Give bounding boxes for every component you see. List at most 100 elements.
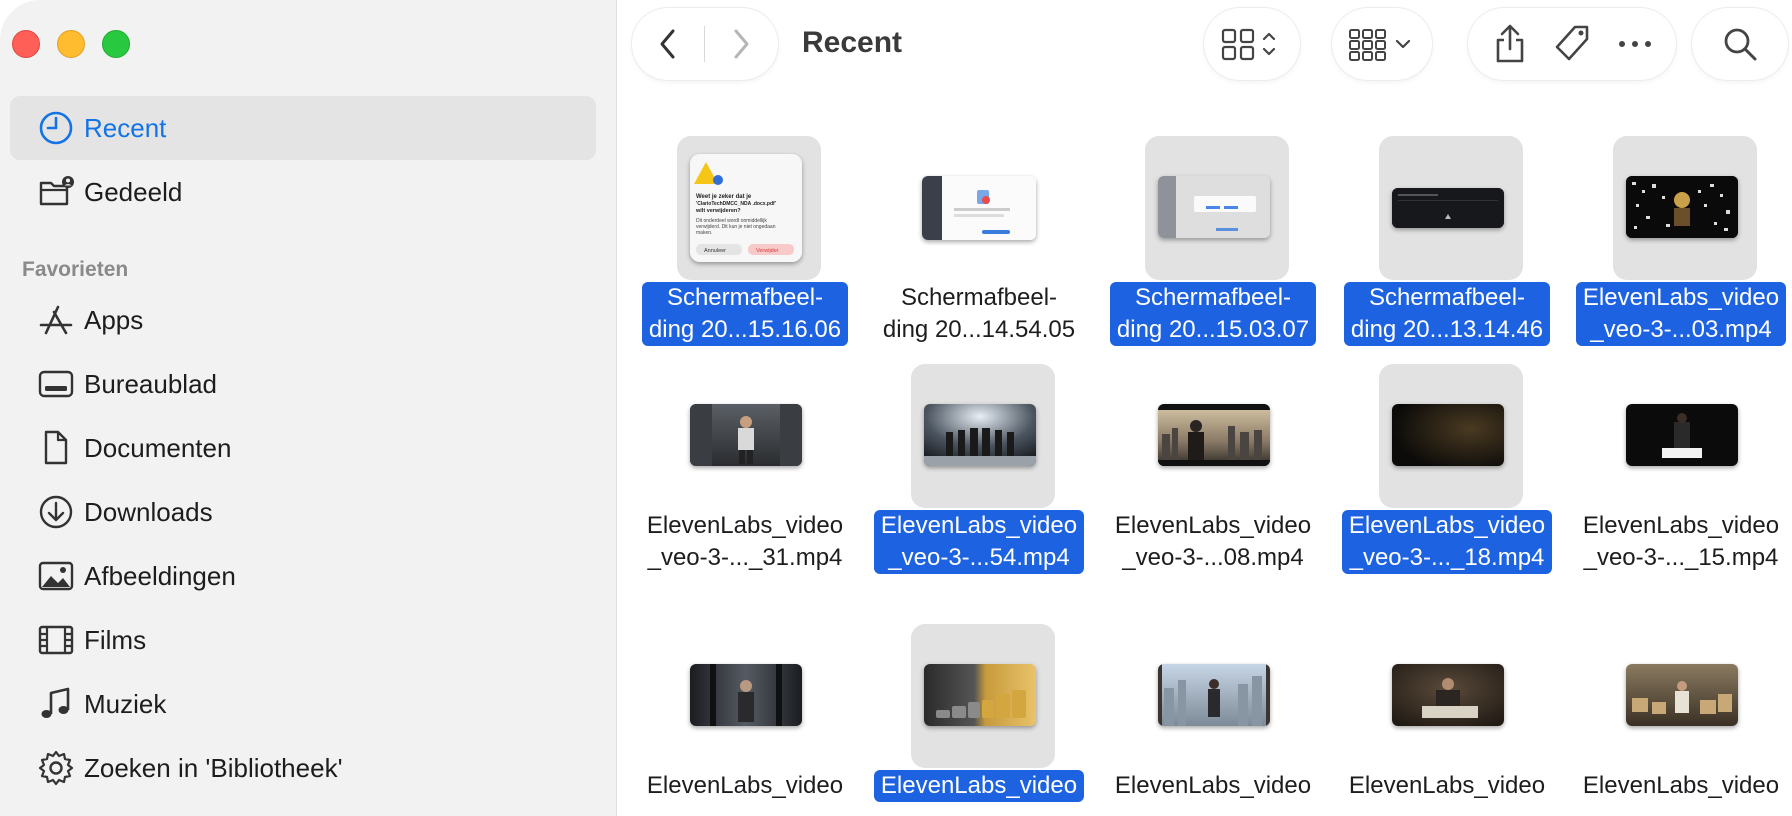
sidebar-item-movies[interactable]: Films [10,608,596,672]
favorites-heading: Favorieten [22,258,129,281]
group-by-button[interactable] [1332,8,1432,80]
file-name-line-2: ding 20...13.14.46 [1350,316,1544,343]
svg-text:wilt verwijderen?: wilt verwijderen? [695,208,741,214]
file-name: ElevenLabs_video _veo-3-..._15.mp4 [1570,510,1792,574]
file-name-line-2: _veo-3-...08.mp4 [1122,544,1304,571]
svg-text:'ClarioTechDMCC_NDA .docx.pdf': 'ClarioTechDMCC_NDA .docx.pdf' [696,201,776,207]
file-grid: Weet je zeker dat je 'ClarioTechDMCC_NDA… [630,134,1792,816]
minimize-window-button[interactable] [57,30,85,58]
sidebar-item-documents[interactable]: Documenten [10,416,596,480]
file-thumbnail [924,664,1036,726]
svg-text:Annuleer: Annuleer [704,248,726,254]
file-name: ElevenLabs_video _veo-3-...08.mp4 [1102,510,1324,574]
gear-icon [10,749,84,787]
file-thumbnail [1158,404,1270,466]
share-icon [1497,24,1524,63]
file-name-line-1: Schermafbeel- [900,284,1058,311]
close-window-button[interactable] [12,30,40,58]
file-name: ElevenLabs_video _veo-3-..._18.mp4 [1336,510,1558,574]
file-name: ElevenLabs_video [1102,770,1324,802]
file-name-line-1: Schermafbeel- [1368,284,1526,311]
sidebar-item-music[interactable]: Muziek [10,672,596,736]
file-name-line-1: ElevenLabs_video [1114,772,1312,799]
sidebar-item-label: Zoeken in 'Bibliotheek' [84,752,343,783]
file-thumbnail [922,176,1036,240]
file-name: ElevenLabs_video _veo-3-...03.mp4 [1570,282,1792,346]
file-name: ElevenLabs_video _veo-3-..._31.mp4 [634,510,856,574]
file-name-line-1: Schermafbeel- [1134,284,1292,311]
search-button[interactable] [1692,8,1788,80]
svg-text:Verwijder: Verwijder [756,248,779,254]
sidebar-item-label: Films [84,624,147,655]
window-title: Recent [802,26,903,59]
file-name-line-2: ding 20...14.54.05 [882,316,1076,343]
file-name-line-2: ding 20...15.16.06 [648,316,842,343]
chevron-left-icon [660,29,675,59]
group-by-icon [1349,29,1411,61]
apps-icon [10,301,84,339]
file-name: ElevenLabs_video [868,770,1090,802]
sidebar-item-label: Documenten [84,432,232,463]
shared-folder-icon [10,173,84,211]
file-thumbnail [1392,188,1504,228]
file-thumbnail [690,404,802,466]
sidebar-item-label: Gedeeld [84,176,183,207]
sidebar-item-pictures[interactable]: Afbeeldingen [10,544,596,608]
document-icon [10,429,84,467]
chevron-right-icon [734,29,749,59]
view-mode-button[interactable] [1204,8,1300,80]
file-name-line-1: ElevenLabs_video [880,512,1078,539]
file-thumbnail [1626,176,1738,238]
sidebar-item-label: Recent [84,112,167,143]
share-button[interactable] [1492,8,1528,80]
desktop-icon [10,365,84,403]
sidebar-item-label: Apps [84,304,144,335]
svg-text:maken.: maken. [696,230,712,236]
file-thumbnail: Weet je zeker dat je 'ClarioTechDMCC_NDA… [690,154,802,262]
file-name-line-1: Schermafbeel- [666,284,824,311]
sidebar-item-label: Bureaublad [84,368,217,399]
file-name-line-2: _veo-3-..._15.mp4 [1583,544,1779,571]
file-thumbnail [924,404,1036,466]
svg-text:Weet je zeker dat je: Weet je zeker dat je [696,194,752,200]
file-name: ElevenLabs_video _veo-3-...54.mp4 [868,510,1090,574]
file-thumbnail [1392,404,1504,466]
sidebar-item-label: Afbeeldingen [84,560,236,591]
download-icon [10,493,84,531]
sidebar-item-shared[interactable]: Gedeeld [10,160,596,224]
sidebar-item-apps[interactable]: Apps [10,288,596,352]
tag-button[interactable] [1553,8,1593,80]
sidebar-item-downloads[interactable]: Downloads [10,480,596,544]
window-controls [12,30,130,58]
file-thumbnail [1392,664,1504,726]
sidebar-item-search-library[interactable]: Zoeken in 'Bibliotheek' [10,736,596,800]
sidebar: Recent Gedeeld Favorieten Apps Bureaubla… [0,0,617,816]
sidebar-item-desktop[interactable]: Bureaublad [10,352,596,416]
sidebar-item-label: Downloads [84,496,213,527]
file-name: ElevenLabs_video [1570,770,1792,802]
file-name-line-1: ElevenLabs_video [1348,512,1546,539]
zoom-window-button[interactable] [102,30,130,58]
file-name: Schermafbeel-ding 20...14.54.05 [868,282,1090,346]
file-name: ElevenLabs_video [1336,770,1558,802]
back-button[interactable] [632,8,704,80]
film-icon [10,621,84,659]
file-thumbnail [1158,664,1270,726]
actions-pill [1468,8,1676,80]
more-button[interactable] [1618,8,1652,80]
sidebar-item-recent[interactable]: Recent [10,96,596,160]
search-icon [1724,28,1757,61]
file-name-line-2: ding 20...15.03.07 [1116,316,1310,343]
file-thumbnail [1626,664,1738,726]
tag-icon [1555,25,1589,61]
file-name-line-1: ElevenLabs_video [646,512,844,539]
file-name-line-2: _veo-3-..._18.mp4 [1349,544,1545,571]
file-name-line-2: _veo-3-...54.mp4 [888,544,1070,571]
file-thumbnail [1158,176,1270,238]
file-name-line-2: _veo-3-...03.mp4 [1590,316,1772,343]
file-name-line-1: ElevenLabs_video [1582,772,1780,799]
ellipsis-icon [1618,41,1651,47]
file-thumbnail [690,664,802,726]
file-name: Schermafbeel-ding 20...15.16.06 [634,282,856,346]
forward-button[interactable] [705,8,777,80]
